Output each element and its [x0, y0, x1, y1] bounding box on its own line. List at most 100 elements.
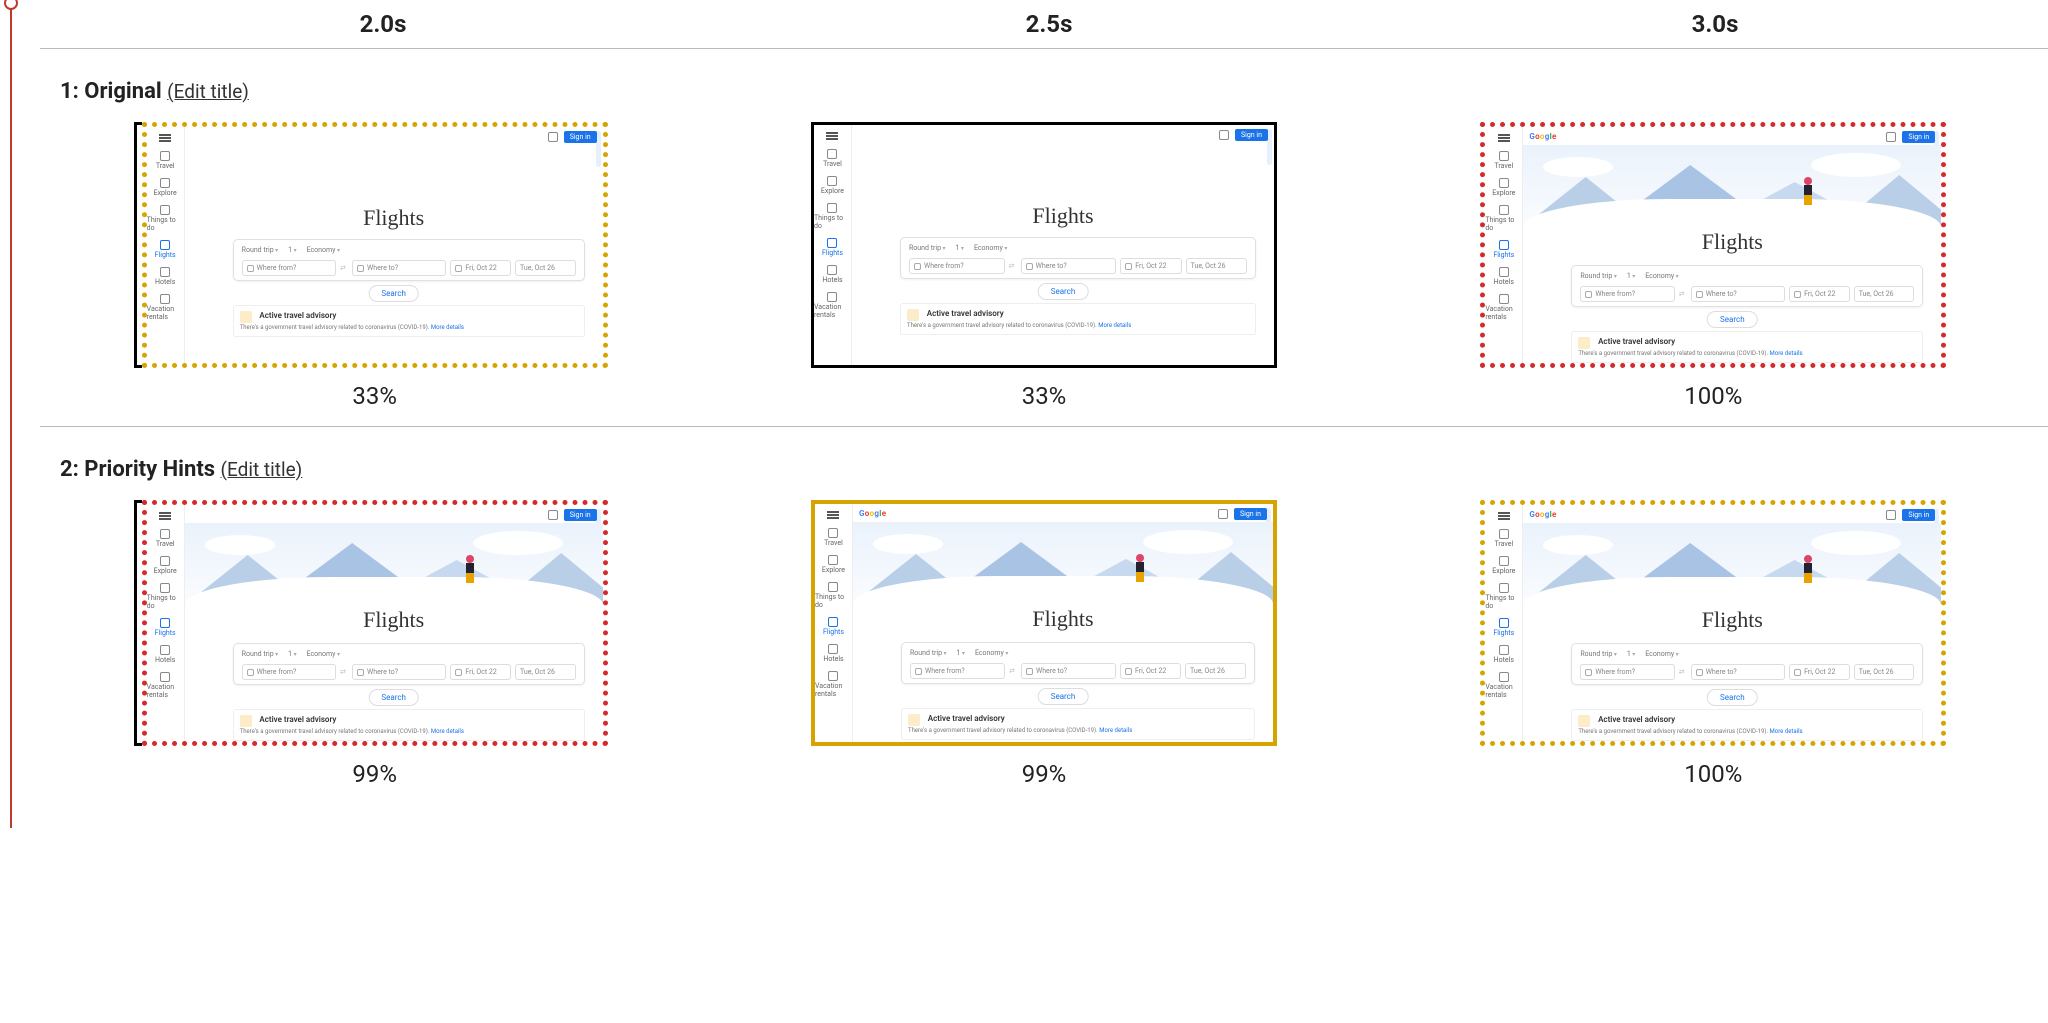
sidebar-item-travel[interactable]: Travel	[156, 151, 175, 170]
destination-input[interactable]: Where to?	[1691, 664, 1785, 680]
trip-type-select[interactable]: Round trip	[1580, 272, 1617, 280]
trip-type-select[interactable]: Round trip	[909, 244, 946, 252]
row1-frame2[interactable]: Travel Explore Things to do Flights Hote…	[811, 122, 1277, 368]
sidebar-item-flights[interactable]: Flights	[822, 238, 843, 257]
sidebar-item-hotels[interactable]: Hotels	[1494, 267, 1514, 286]
trip-type-select[interactable]: Round trip	[910, 649, 947, 657]
sign-in-button[interactable]: Sign in	[564, 509, 597, 521]
apps-icon[interactable]	[1218, 509, 1228, 519]
sidebar-item-vacation[interactable]: Vacation rentals	[1485, 294, 1522, 321]
sidebar-item-hotels[interactable]: Hotels	[155, 645, 175, 664]
destination-input[interactable]: Where to?	[352, 664, 446, 680]
advisory-link[interactable]: More details	[1770, 728, 1803, 735]
sidebar-item-travel[interactable]: Travel	[823, 149, 842, 168]
advisory-link[interactable]: More details	[431, 728, 464, 735]
sidebar-item-explore[interactable]: Explore	[822, 555, 845, 574]
depart-date-input[interactable]: Fri, Oct 22	[1120, 663, 1181, 679]
search-button[interactable]: Search	[368, 285, 419, 302]
return-date-input[interactable]: Tue, Oct 26	[1854, 286, 1915, 302]
search-button[interactable]: Search	[1038, 283, 1089, 300]
sidebar-item-vacation[interactable]: Vacation rentals	[147, 672, 184, 699]
sidebar-item-vacation[interactable]: Vacation rentals	[814, 292, 851, 319]
sidebar-item-travel[interactable]: Travel	[1494, 151, 1513, 170]
sign-in-button[interactable]: Sign in	[1235, 129, 1268, 141]
pax-select[interactable]: 1	[288, 246, 296, 254]
sidebar-item-travel[interactable]: Travel	[156, 529, 175, 548]
apps-icon[interactable]	[548, 510, 558, 520]
hamburger-icon[interactable]	[1498, 511, 1510, 521]
hamburger-icon[interactable]	[159, 511, 171, 521]
sidebar-item-things[interactable]: Things to do	[147, 583, 184, 610]
sidebar-item-explore[interactable]: Explore	[1492, 178, 1515, 197]
sidebar-item-hotels[interactable]: Hotels	[155, 267, 175, 286]
row-2-edit-link[interactable]: (Edit title)	[221, 458, 303, 481]
search-button[interactable]: Search	[368, 689, 419, 706]
depart-date-input[interactable]: Fri, Oct 22	[1789, 664, 1850, 680]
sidebar-item-travel[interactable]: Travel	[824, 528, 843, 547]
apps-icon[interactable]	[1886, 510, 1896, 520]
cabin-select[interactable]: Economy	[975, 649, 1008, 657]
pax-select[interactable]: 1	[957, 649, 965, 657]
depart-date-input[interactable]: Fri, Oct 22	[1789, 286, 1850, 302]
swap-icon[interactable]: ⇄	[340, 264, 348, 272]
apps-icon[interactable]	[1886, 132, 1896, 142]
sidebar-item-flights[interactable]: Flights	[1493, 240, 1514, 259]
sidebar-item-explore[interactable]: Explore	[154, 556, 177, 575]
pax-select[interactable]: 1	[1627, 272, 1635, 280]
swap-icon[interactable]: ⇄	[340, 668, 348, 676]
depart-date-input[interactable]: Fri, Oct 22	[1120, 258, 1181, 274]
return-date-input[interactable]: Tue, Oct 26	[1854, 664, 1915, 680]
hamburger-icon[interactable]	[826, 131, 838, 141]
cabin-select[interactable]: Economy	[1645, 272, 1678, 280]
origin-input[interactable]: Where from?	[1580, 286, 1674, 302]
sidebar-item-explore[interactable]: Explore	[821, 176, 844, 195]
cabin-select[interactable]: Economy	[307, 650, 340, 658]
sidebar-item-explore[interactable]: Explore	[1492, 556, 1515, 575]
pax-select[interactable]: 1	[1627, 650, 1635, 658]
advisory-link[interactable]: More details	[1770, 350, 1803, 357]
sidebar-item-hotels[interactable]: Hotels	[822, 265, 842, 284]
sign-in-button[interactable]: Sign in	[1234, 508, 1267, 520]
sidebar-item-flights[interactable]: Flights	[155, 618, 176, 637]
sign-in-button[interactable]: Sign in	[1902, 509, 1935, 521]
pax-select[interactable]: 1	[956, 244, 964, 252]
advisory-link[interactable]: More details	[1099, 727, 1132, 734]
row2-frame3[interactable]: Travel Explore Things to do Flights Hote…	[1480, 500, 1946, 746]
apps-icon[interactable]	[548, 132, 558, 142]
origin-input[interactable]: Where from?	[910, 663, 1005, 679]
row1-frame3[interactable]: Travel Explore Things to do Flights Hote…	[1480, 122, 1946, 368]
depart-date-input[interactable]: Fri, Oct 22	[450, 664, 511, 680]
search-button[interactable]: Search	[1707, 311, 1758, 328]
origin-input[interactable]: Where from?	[242, 664, 336, 680]
hamburger-icon[interactable]	[827, 510, 839, 520]
return-date-input[interactable]: Tue, Oct 26	[515, 260, 576, 276]
sidebar-item-vacation[interactable]: Vacation rentals	[1485, 672, 1522, 699]
depart-date-input[interactable]: Fri, Oct 22	[450, 260, 511, 276]
sidebar-item-things[interactable]: Things to do	[815, 582, 852, 609]
row-1-edit-link[interactable]: (Edit title)	[167, 80, 249, 103]
advisory-link[interactable]: More details	[1098, 322, 1131, 329]
sidebar-item-travel[interactable]: Travel	[1494, 529, 1513, 548]
hamburger-icon[interactable]	[1498, 133, 1510, 143]
apps-icon[interactable]	[1219, 130, 1229, 140]
trip-type-select[interactable]: Round trip	[1580, 650, 1617, 658]
cabin-select[interactable]: Economy	[1645, 650, 1678, 658]
sidebar-item-hotels[interactable]: Hotels	[1494, 645, 1514, 664]
swap-icon[interactable]: ⇄	[1679, 290, 1687, 298]
sidebar-item-things[interactable]: Things to do	[1485, 205, 1522, 232]
sign-in-button[interactable]: Sign in	[1902, 131, 1935, 143]
swap-icon[interactable]: ⇄	[1009, 667, 1017, 675]
sidebar-item-things[interactable]: Things to do	[1485, 583, 1522, 610]
pax-select[interactable]: 1	[288, 650, 296, 658]
swap-icon[interactable]: ⇄	[1009, 262, 1017, 270]
return-date-input[interactable]: Tue, Oct 26	[1186, 258, 1247, 274]
return-date-input[interactable]: Tue, Oct 26	[1185, 663, 1246, 679]
destination-input[interactable]: Where to?	[1021, 663, 1116, 679]
sign-in-button[interactable]: Sign in	[564, 131, 597, 143]
row2-frame1[interactable]: Travel Explore Things to do Flights Hote…	[142, 500, 608, 746]
swap-icon[interactable]: ⇄	[1679, 668, 1687, 676]
cabin-select[interactable]: Economy	[307, 246, 340, 254]
trip-type-select[interactable]: Round trip	[242, 246, 279, 254]
sidebar-item-vacation[interactable]: Vacation rentals	[147, 294, 184, 321]
sidebar-item-vacation[interactable]: Vacation rentals	[815, 671, 852, 698]
